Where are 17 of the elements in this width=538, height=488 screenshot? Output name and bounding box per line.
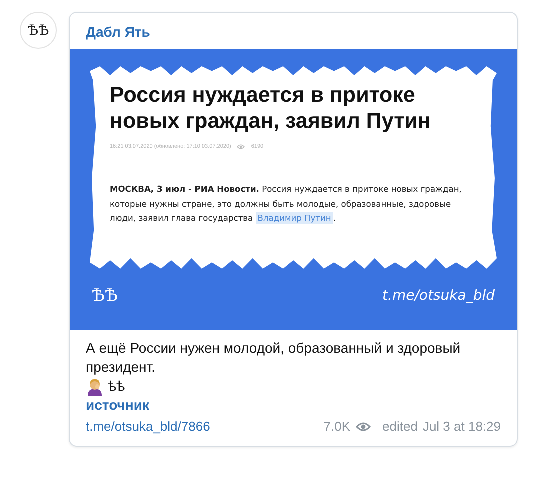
channel-name[interactable]: Дабл Ять [70,13,166,49]
post-date: Jul 3 at 18:29 [422,419,501,434]
article-headline: Россия нуждается в притоке новых граждан, заявил Путин [110,82,432,134]
signature: ѣѣ [108,377,126,396]
channel-handle: t.me/otsuka_bld [382,288,495,304]
channel-avatar[interactable]: ѢѢ [20,12,57,49]
person-figure-icon [86,378,104,396]
person-link[interactable]: Владимир Путин [256,212,334,224]
source-link[interactable]: источник [86,397,150,413]
article-paragraph: МОСКВА, 3 июл - РИА Новости. Россия нуждается в притоке новых граждан, которые нужны стране, это должны быть молодые, образованные, здоровые люди, заявил глава государства Владимир Путин . [110,183,463,226]
view-count: 7.0K [324,419,351,434]
channel-logo: ѢѢ [92,286,118,306]
eye-icon [356,422,371,432]
post-link[interactable]: t.me/otsuka_bld/7866 [86,419,210,434]
eye-icon [237,144,246,150]
message-text: А ещё России нужен молодой, образованный и здоровый президент. [86,339,462,377]
edited-label: edited [382,419,418,434]
